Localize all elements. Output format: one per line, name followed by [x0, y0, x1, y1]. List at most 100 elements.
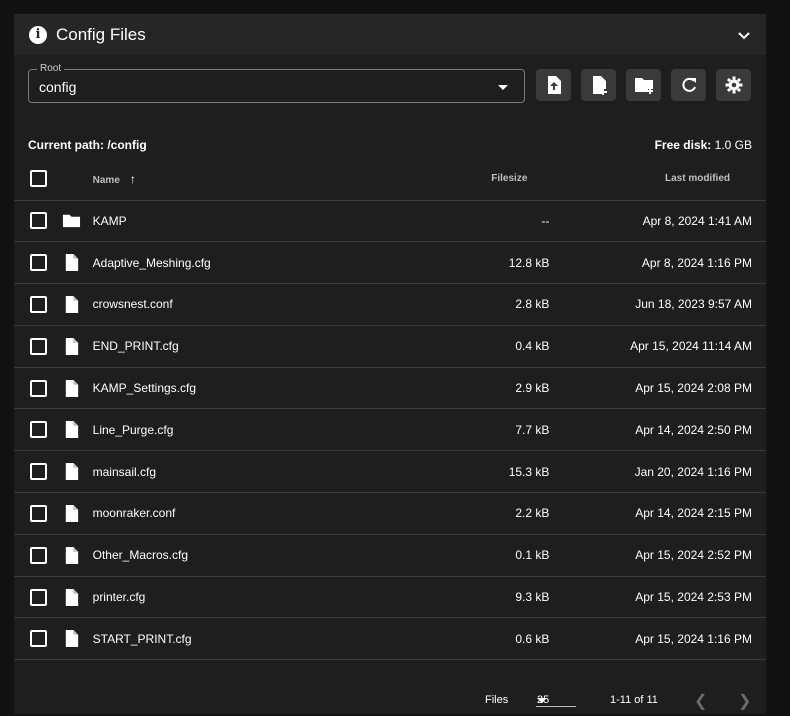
file-size: 12.8 kB: [508, 255, 550, 270]
gear-icon: [725, 76, 742, 94]
row-checkbox[interactable]: [29, 337, 47, 355]
per-page-select[interactable]: 25: [536, 686, 576, 707]
file-icon: [65, 254, 79, 272]
config-files-panel: i Config Files Root config Current path:…: [14, 14, 766, 714]
toolbar: Root config: [28, 63, 752, 103]
file-name[interactable]: crowsnest.conf: [93, 284, 328, 326]
column-name[interactable]: Name ↑: [93, 158, 328, 200]
file-size: 2.8 kB: [515, 297, 550, 312]
file-size: 7.7 kB: [515, 422, 550, 437]
file-modified: Apr 8, 2024 1:16 PM: [641, 255, 752, 270]
file-name[interactable]: KAMP: [93, 200, 328, 242]
file-size: 0.6 kB: [515, 631, 550, 646]
file-name[interactable]: Other_Macros.cfg: [93, 534, 328, 576]
file-modified: Apr 15, 2024 2:53 PM: [635, 590, 752, 605]
file-icon: [65, 421, 79, 439]
file-size: --: [541, 213, 550, 228]
file-modified: Apr 15, 2024 2:08 PM: [635, 381, 752, 396]
free-disk-value: 1.0 GB: [714, 138, 752, 152]
file-modified: Apr 14, 2024 2:15 PM: [635, 506, 752, 521]
table-row[interactable]: Adaptive_Meshing.cfg 12.8 kB Apr 8, 2024 1…: [14, 242, 766, 284]
file-modified: Apr 15, 2024 1:16 PM: [635, 631, 752, 646]
file-icon: [65, 295, 79, 314]
new-folder-icon: [634, 78, 653, 94]
refresh-button[interactable]: [671, 69, 706, 101]
page-range: 1-11 of 11: [610, 694, 658, 706]
file-name[interactable]: mainsail.cfg: [93, 451, 328, 493]
dropdown-caret-icon: [498, 85, 508, 90]
file-icon: [65, 463, 79, 481]
table-footer: Files 25 1-11 of 11 ❮ ❯: [14, 674, 766, 714]
table-row[interactable]: Line_Purge.cfg 7.7 kB Apr 14, 2024 2:50 PM: [14, 409, 766, 451]
panel-header[interactable]: i Config Files: [14, 14, 766, 55]
table-row[interactable]: END_PRINT.cfg 0.4 kB Apr 15, 2024 11:14 AM: [14, 325, 766, 368]
file-name[interactable]: Adaptive_Meshing.cfg: [93, 242, 328, 284]
current-path: Current path: /config: [28, 138, 147, 152]
file-name[interactable]: printer.cfg: [93, 576, 328, 618]
file-icon: [65, 630, 79, 648]
table-row[interactable]: crowsnest.conf 2.8 kB Jun 18, 2023 9:57 AM: [14, 284, 766, 326]
upload-file-icon: [547, 76, 561, 94]
file-modified: Apr 8, 2024 1:41 AM: [642, 213, 752, 228]
file-icon: [65, 337, 79, 355]
new-file-button[interactable]: [581, 69, 616, 101]
file-table: Name ↑ Filesize Last modified KAMP -- Apr 8…: [14, 158, 766, 660]
file-size: 0.4 kB: [515, 339, 550, 354]
file-name[interactable]: moonraker.conf: [93, 493, 328, 535]
dropdown-caret-icon: [537, 698, 547, 703]
file-size: 0.1 kB: [515, 548, 550, 563]
chevron-down-icon[interactable]: [736, 27, 752, 43]
new-file-icon: [592, 76, 607, 95]
settings-button[interactable]: [716, 69, 751, 101]
column-filesize[interactable]: Filesize: [328, 158, 549, 200]
free-disk-label: Free disk:: [654, 138, 712, 152]
table-row[interactable]: Other_Macros.cfg 0.1 kB Apr 15, 2024 2:52 …: [14, 534, 766, 577]
table-row[interactable]: moonraker.conf 2.2 kB Apr 14, 2024 2:15 PM: [14, 493, 766, 535]
row-checkbox[interactable]: [29, 212, 47, 230]
row-checkbox[interactable]: [29, 254, 47, 272]
row-checkbox[interactable]: [29, 295, 47, 313]
select-all-checkbox[interactable]: [29, 170, 47, 188]
info-icon: i: [29, 25, 47, 44]
chevron-left-icon[interactable]: ❮: [694, 691, 707, 711]
row-checkbox[interactable]: [29, 546, 47, 564]
upload-file-button[interactable]: [536, 69, 571, 101]
row-checkbox[interactable]: [29, 463, 47, 481]
file-modified: Apr 15, 2024 11:14 AM: [630, 339, 752, 354]
file-icon: [65, 546, 79, 564]
folder-icon: [63, 215, 81, 228]
file-name[interactable]: END_PRINT.cfg: [93, 325, 328, 367]
row-checkbox[interactable]: [29, 588, 47, 606]
file-icon: [65, 588, 79, 606]
file-modified: Apr 14, 2024 2:50 PM: [635, 422, 752, 437]
file-size: 9.3 kB: [515, 590, 550, 605]
table-header-row: Name ↑ Filesize Last modified: [14, 158, 766, 200]
table-row[interactable]: mainsail.cfg 15.3 kB Jan 20, 2024 1:16 PM: [14, 451, 766, 493]
file-size: 15.3 kB: [508, 464, 550, 479]
new-folder-button[interactable]: [626, 69, 661, 101]
table-row[interactable]: KAMP -- Apr 8, 2024 1:41 AM: [14, 200, 766, 242]
column-last-modified[interactable]: Last modified: [549, 158, 766, 200]
file-name[interactable]: KAMP_Settings.cfg: [93, 367, 328, 409]
root-label: Root: [37, 63, 65, 74]
file-size: 2.2 kB: [515, 506, 550, 521]
row-checkbox[interactable]: [29, 630, 47, 648]
row-checkbox[interactable]: [29, 379, 47, 397]
file-name[interactable]: START_PRINT.cfg: [93, 618, 328, 660]
table-row[interactable]: START_PRINT.cfg 0.6 kB Apr 15, 2024 1:16 P…: [14, 618, 766, 660]
chevron-right-icon[interactable]: ❯: [738, 691, 751, 711]
file-icon: [65, 504, 79, 523]
root-value: config: [39, 79, 77, 95]
table-row[interactable]: KAMP_Settings.cfg 2.9 kB Apr 15, 2024 2:08…: [14, 367, 766, 409]
path-bar: Current path: /config Free disk: 1.0 GB: [28, 138, 752, 158]
file-size: 2.9 kB: [515, 381, 550, 396]
file-name[interactable]: Line_Purge.cfg: [93, 409, 328, 451]
file-icon: [65, 379, 79, 397]
row-checkbox[interactable]: [29, 421, 47, 439]
sort-ascending-icon: ↑: [129, 171, 136, 186]
row-checkbox[interactable]: [29, 504, 47, 522]
panel-title: Config Files: [56, 24, 146, 44]
root-select[interactable]: Root config: [28, 63, 525, 103]
file-modified: Apr 15, 2024 2:52 PM: [635, 548, 752, 563]
table-row[interactable]: printer.cfg 9.3 kB Apr 15, 2024 2:53 PM: [14, 576, 766, 618]
